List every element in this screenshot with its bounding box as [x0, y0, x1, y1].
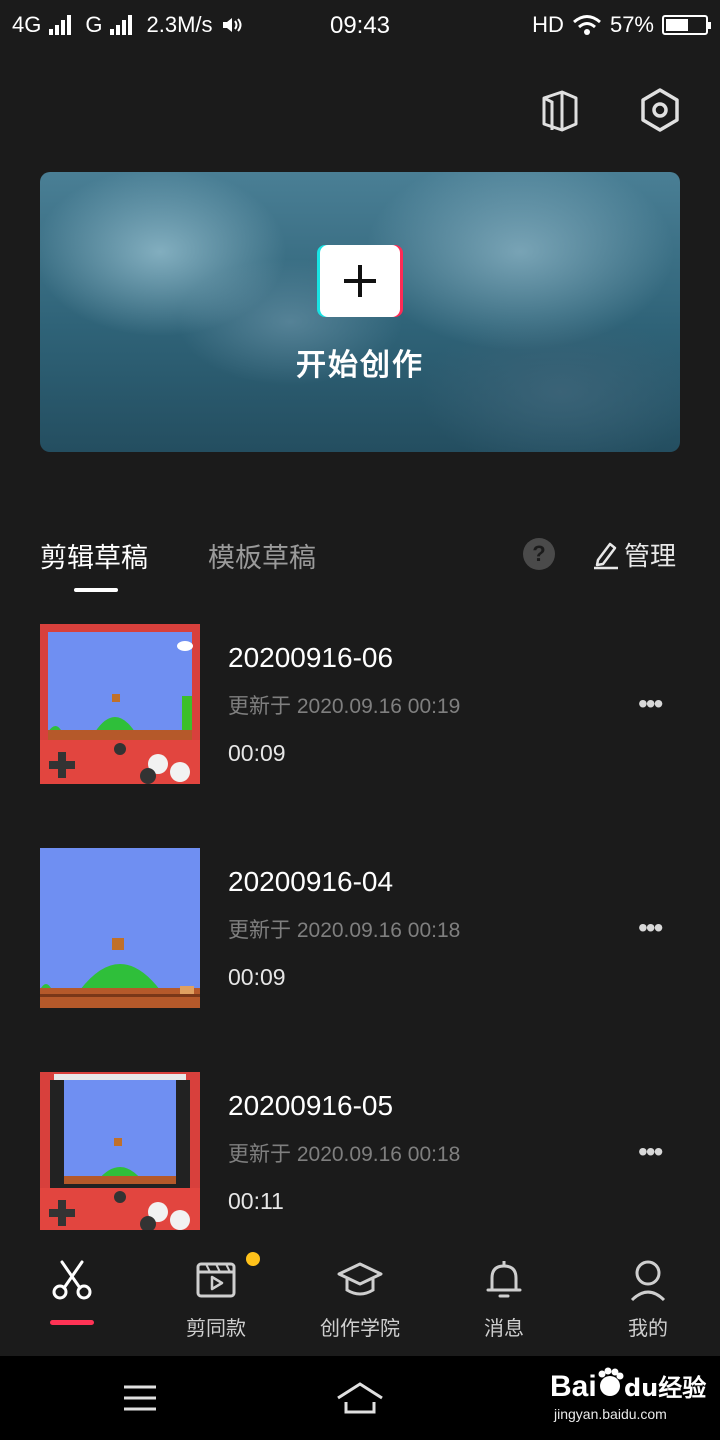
- scissors-icon: [52, 1260, 92, 1300]
- book-icon[interactable]: [536, 86, 584, 134]
- settings-hexagon-icon[interactable]: [636, 86, 684, 134]
- plus-icon: [344, 265, 376, 297]
- draft-title: 20200916-05: [228, 1090, 394, 1121]
- draft-item[interactable]: 20200916-05 更新于 2020.09.16 00:18 00:11 •…: [40, 1072, 680, 1232]
- manage-label: 管理: [624, 541, 677, 571]
- banner-title: 开始创作: [296, 349, 424, 382]
- nav-item-template[interactable]: 剪同款: [144, 1244, 288, 1356]
- nav-label-profile: 我的: [628, 1318, 668, 1340]
- hd-label: HD: [532, 12, 564, 37]
- draft-duration: 00:11: [228, 1188, 284, 1214]
- draft-updated-time: 更新于 2020.09.16 00:18: [228, 919, 461, 942]
- nav-active-indicator: [50, 1320, 94, 1325]
- watermark-url: jingyan.baidu.com: [554, 1406, 667, 1422]
- battery-icon: [662, 15, 711, 35]
- draft-item[interactable]: 20200916-06 更新于 2020.09.16 00:19 00:09 •…: [40, 624, 680, 784]
- draft-updated-time: 更新于 2020.09.16 00:18: [228, 1143, 461, 1166]
- tab-active-indicator: [74, 588, 118, 592]
- nav-label-template: 剪同款: [186, 1318, 246, 1340]
- edit-pencil-icon: [594, 542, 618, 569]
- baidu-watermark: Bai du经验 jingyan.baidu.com: [548, 1364, 708, 1424]
- graduation-cap-icon: [337, 1262, 383, 1296]
- user-icon: [630, 1260, 666, 1302]
- draft-duration: 00:09: [228, 740, 286, 766]
- help-icon[interactable]: ?: [523, 538, 555, 570]
- draft-thumbnail[interactable]: [40, 624, 200, 784]
- draft-item[interactable]: 20200916-04 更新于 2020.09.16 00:18 00:09 •…: [40, 848, 680, 1008]
- nav-label-messages: 消息: [484, 1318, 524, 1340]
- notification-badge: [246, 1252, 260, 1266]
- draft-duration: 00:09: [228, 964, 286, 990]
- manage-button[interactable]: 管理: [592, 536, 676, 573]
- more-options-icon[interactable]: •••: [638, 690, 663, 718]
- nav-item-messages[interactable]: 消息: [432, 1244, 576, 1356]
- draft-thumbnail[interactable]: [40, 848, 200, 1008]
- bottom-nav: 剪同款 创作学院 消息 我的: [0, 1244, 720, 1356]
- svg-text:du经验: du经验: [624, 1374, 706, 1402]
- tab-edit-drafts[interactable]: 剪辑草稿: [40, 536, 148, 575]
- bell-icon: [486, 1261, 522, 1298]
- more-options-icon[interactable]: •••: [638, 1138, 663, 1166]
- home-icon[interactable]: [334, 1380, 386, 1416]
- nav-item-academy[interactable]: 创作学院: [288, 1244, 432, 1356]
- draft-title: 20200916-06: [228, 642, 394, 673]
- draft-updated-time: 更新于 2020.09.16 00:19: [228, 695, 461, 718]
- status-right: HD 57%: [532, 12, 711, 38]
- nav-item-profile[interactable]: 我的: [576, 1244, 720, 1356]
- baidu-logo-icon: Bai du经验: [550, 1367, 706, 1403]
- nav-item-edit[interactable]: [0, 1244, 144, 1356]
- more-options-icon[interactable]: •••: [638, 914, 663, 942]
- draft-thumbnail[interactable]: [40, 1072, 200, 1230]
- battery-percent: 57%: [609, 12, 654, 37]
- tab-template-drafts[interactable]: 模板草稿: [208, 536, 316, 575]
- wifi-icon: [572, 15, 601, 35]
- draft-title: 20200916-04: [228, 866, 394, 897]
- status-bar: 4G G 2.3M/s 09:43 HD 57%: [0, 0, 720, 52]
- start-creating-banner[interactable]: 开始创作: [40, 172, 680, 452]
- svg-text:Bai: Bai: [550, 1370, 597, 1403]
- nav-label-academy: 创作学院: [320, 1318, 400, 1340]
- menu-icon[interactable]: [122, 1384, 158, 1412]
- new-project-button[interactable]: [320, 245, 400, 317]
- battery-fill: [666, 19, 688, 31]
- video-play-icon: [196, 1262, 236, 1298]
